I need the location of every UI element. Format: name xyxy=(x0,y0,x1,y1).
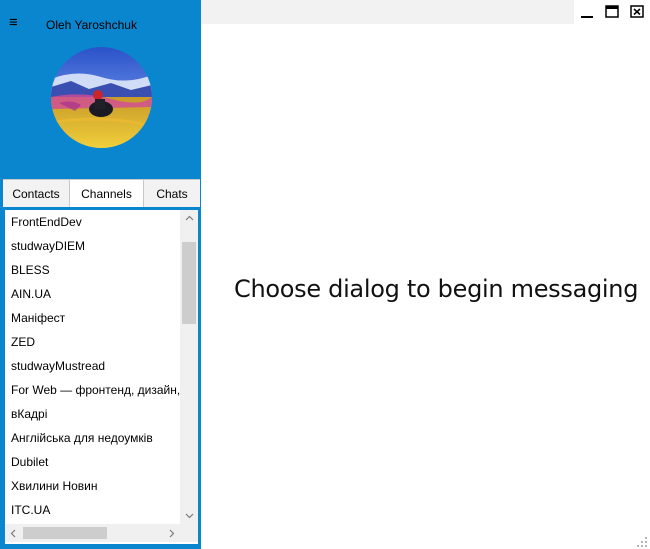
list-item[interactable]: FrontEndDev xyxy=(5,210,180,234)
chevron-down-icon[interactable] xyxy=(180,508,198,524)
list-item[interactable]: вКадрі xyxy=(5,402,180,426)
tab-channels[interactable]: Channels xyxy=(70,180,144,207)
window-controls xyxy=(574,0,650,24)
list-item[interactable]: BLESS xyxy=(5,258,180,282)
title-bar[interactable] xyxy=(201,0,650,24)
left-panel: ≡ Oleh Yaroshchuk Contacts Channels Chat… xyxy=(0,0,201,549)
maximize-button[interactable] xyxy=(603,3,621,21)
chevron-left-icon[interactable] xyxy=(5,524,21,542)
horizontal-scroll-thumb[interactable] xyxy=(23,527,107,539)
close-icon xyxy=(630,5,644,18)
tab-contacts[interactable]: Contacts xyxy=(3,180,70,207)
tab-bar: Contacts Channels Chats xyxy=(3,179,200,207)
minimize-button[interactable] xyxy=(578,3,596,21)
hamburger-icon[interactable]: ≡ xyxy=(9,13,18,33)
avatar xyxy=(51,47,152,148)
horizontal-scrollbar[interactable] xyxy=(5,524,180,542)
vertical-scrollbar[interactable] xyxy=(180,210,198,524)
chevron-right-icon[interactable] xyxy=(164,524,180,542)
list-item[interactable]: studwayMustread xyxy=(5,354,180,378)
chevron-up-icon[interactable] xyxy=(180,210,198,226)
profile-header: ≡ Oleh Yaroshchuk xyxy=(0,0,201,178)
list-item[interactable]: AIN.UA xyxy=(5,282,180,306)
close-button[interactable] xyxy=(628,3,646,21)
list-item[interactable]: ITC.UA xyxy=(5,498,180,522)
minimize-icon xyxy=(581,16,593,18)
list-item[interactable]: Dubilet xyxy=(5,450,180,474)
maximize-icon xyxy=(605,5,619,18)
list-item[interactable]: For Web — фронтенд, дизайн, xyxy=(5,378,180,402)
vertical-scroll-thumb[interactable] xyxy=(182,242,196,324)
avatar-photo-icon xyxy=(51,47,152,148)
user-name: Oleh Yaroshchuk xyxy=(46,18,137,32)
scroll-corner xyxy=(180,524,198,542)
list-item[interactable]: Маніфест xyxy=(5,306,180,330)
channel-list: FrontEndDev studwayDIEM BLESS AIN.UA Ман… xyxy=(5,210,180,524)
tab-chats[interactable]: Chats xyxy=(144,180,200,207)
list-item[interactable]: ZED xyxy=(5,330,180,354)
list-item[interactable]: Хвилини Новин xyxy=(5,474,180,498)
list-item[interactable]: studwayDIEM xyxy=(5,234,180,258)
empty-dialog-message: Choose dialog to begin messaging xyxy=(234,275,639,303)
channel-list-box: FrontEndDev studwayDIEM BLESS AIN.UA Ман… xyxy=(3,208,200,546)
resize-grip-icon[interactable] xyxy=(636,535,648,547)
list-item[interactable]: Англійська для недоумків xyxy=(5,426,180,450)
